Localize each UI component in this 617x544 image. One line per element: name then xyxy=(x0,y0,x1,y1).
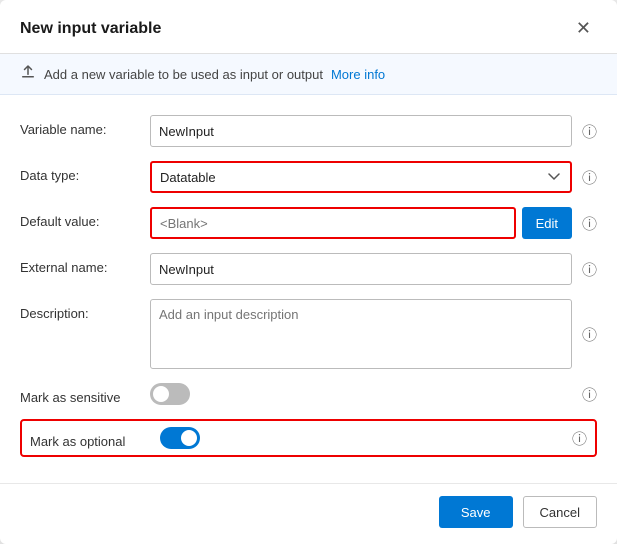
close-button[interactable]: ✕ xyxy=(570,16,597,41)
cancel-button[interactable]: Cancel xyxy=(523,496,597,528)
external-name-info-icon[interactable]: ⓘ xyxy=(582,259,597,280)
mark-sensitive-toggle[interactable] xyxy=(150,383,190,405)
mark-sensitive-control: ⓘ xyxy=(150,383,597,405)
save-button[interactable]: Save xyxy=(439,496,513,528)
default-value-label: Default value: xyxy=(20,207,150,229)
variable-name-input[interactable] xyxy=(150,115,572,147)
dialog-footer: Save Cancel xyxy=(0,483,617,544)
mark-optional-label: Mark as optional xyxy=(30,427,160,449)
mark-sensitive-toggle-wrap xyxy=(150,383,190,405)
external-name-control: ⓘ xyxy=(150,253,597,285)
description-label: Description: xyxy=(20,299,150,321)
external-name-row: External name: ⓘ xyxy=(20,253,597,285)
data-type-select[interactable]: Text Number Boolean Datatable List Custo… xyxy=(150,161,572,193)
data-type-control: Text Number Boolean Datatable List Custo… xyxy=(150,161,597,193)
mark-optional-slider xyxy=(160,427,200,449)
default-value-input[interactable] xyxy=(150,207,516,239)
description-control: ⓘ xyxy=(150,299,597,369)
new-input-variable-dialog: New input variable ✕ Add a new variable … xyxy=(0,0,617,544)
mark-optional-control: ⓘ xyxy=(160,427,587,449)
default-value-row: Default value: Edit ⓘ xyxy=(20,207,597,239)
mark-sensitive-info-icon[interactable]: ⓘ xyxy=(582,384,597,405)
dialog-body: Variable name: ⓘ Data type: Text Number … xyxy=(0,95,617,483)
external-name-label: External name: xyxy=(20,253,150,275)
edit-button[interactable]: Edit xyxy=(522,207,572,239)
mark-optional-info-icon[interactable]: ⓘ xyxy=(572,428,587,449)
upload-icon xyxy=(20,64,36,84)
mark-sensitive-slider xyxy=(150,383,190,405)
default-value-info-icon[interactable]: ⓘ xyxy=(582,213,597,234)
external-name-input[interactable] xyxy=(150,253,572,285)
data-type-label: Data type: xyxy=(20,161,150,183)
mark-optional-row: Mark as optional ⓘ xyxy=(20,419,597,457)
mark-optional-toggle-wrap xyxy=(160,427,200,449)
description-row: Description: ⓘ xyxy=(20,299,597,369)
data-type-row: Data type: Text Number Boolean Datatable… xyxy=(20,161,597,193)
mark-sensitive-row: Mark as sensitive ⓘ xyxy=(20,383,597,405)
info-bar-text: Add a new variable to be used as input o… xyxy=(44,67,323,82)
more-info-link[interactable]: More info xyxy=(331,67,385,82)
info-bar: Add a new variable to be used as input o… xyxy=(0,54,617,95)
dialog-title: New input variable xyxy=(20,20,161,38)
variable-name-row: Variable name: ⓘ xyxy=(20,115,597,147)
variable-name-label: Variable name: xyxy=(20,115,150,137)
mark-sensitive-label: Mark as sensitive xyxy=(20,383,150,405)
mark-optional-toggle[interactable] xyxy=(160,427,200,449)
data-type-info-icon[interactable]: ⓘ xyxy=(582,167,597,188)
dialog-header: New input variable ✕ xyxy=(0,0,617,54)
variable-name-info-icon[interactable]: ⓘ xyxy=(582,121,597,142)
description-info-icon[interactable]: ⓘ xyxy=(582,324,597,345)
default-value-control: Edit ⓘ xyxy=(150,207,597,239)
description-textarea[interactable] xyxy=(150,299,572,369)
variable-name-control: ⓘ xyxy=(150,115,597,147)
